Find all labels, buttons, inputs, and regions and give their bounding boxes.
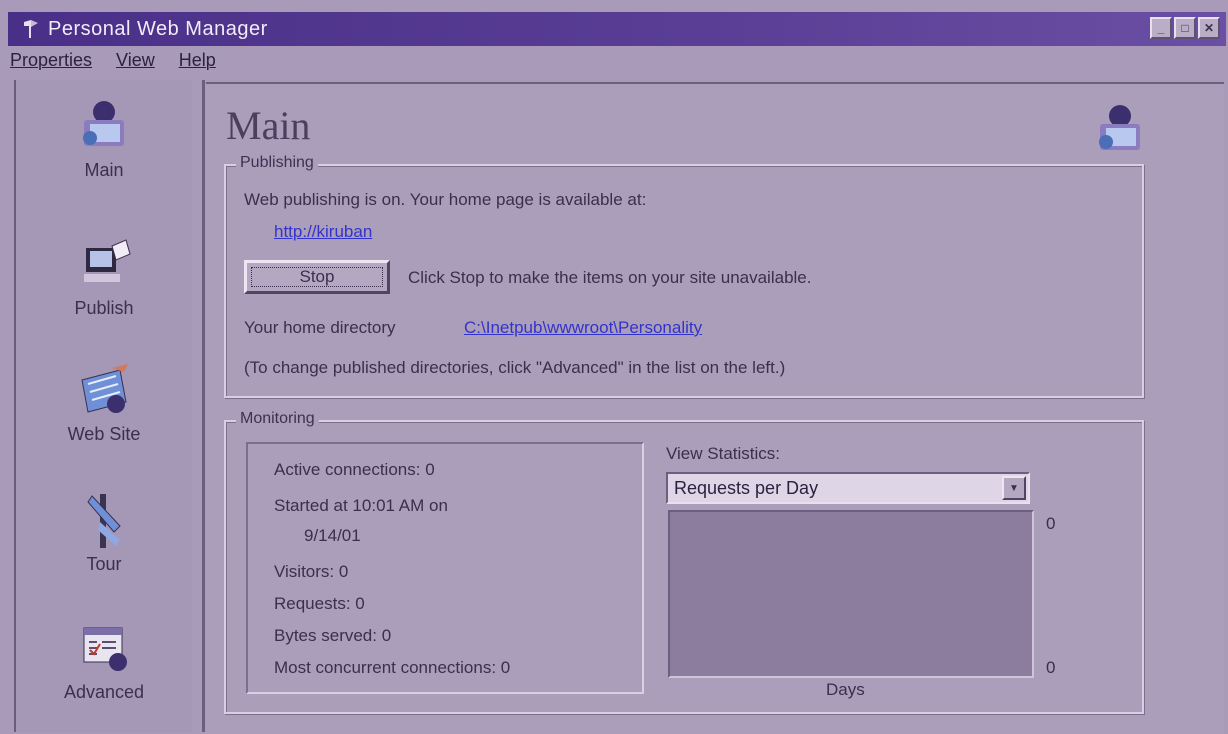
main-icon (72, 98, 136, 154)
menu-view[interactable]: View (116, 50, 155, 76)
bytes-served: Bytes served: 0 (274, 626, 392, 645)
publishing-label: Publishing (236, 154, 318, 172)
sidebar: Main Publish Web Site Tour Advanced (14, 80, 194, 732)
sidebar-item-label: Main (84, 160, 124, 180)
view-statistics-label: View Statistics: (666, 444, 781, 463)
minimize-icon[interactable]: _ (1150, 17, 1172, 39)
stop-button[interactable]: Stop (244, 260, 390, 294)
graph-min-label: 0 (1046, 658, 1056, 677)
page-title: Main (226, 103, 311, 148)
sidebar-item-label: Web Site (67, 424, 141, 444)
window-title: Personal Web Manager (48, 17, 268, 40)
web-site-icon (72, 362, 136, 418)
requests: Requests: 0 (274, 594, 365, 613)
home-directory-label: Your home directory (244, 318, 396, 337)
sidebar-item-label: Advanced (63, 682, 145, 702)
publishing-group: Publishing Web publishing is on. Your ho… (224, 154, 1144, 398)
main-header-icon (1088, 102, 1152, 158)
menu-help[interactable]: Help (179, 50, 216, 76)
graph-x-label: Days (826, 680, 865, 699)
tour-icon (72, 492, 136, 548)
home-directory-link[interactable]: C:\Inetpub\wwwroot\Personality (464, 318, 702, 338)
visitors: Visitors: 0 (274, 562, 349, 581)
sidebar-item-web-site[interactable]: Web Site (16, 362, 192, 445)
sidebar-item-advanced[interactable]: Advanced (16, 620, 192, 703)
stop-hint: Click Stop to make the items on your sit… (408, 268, 812, 287)
advanced-hint: (To change published directories, click … (244, 358, 786, 377)
stop-button-label: Stop (299, 267, 335, 286)
view-statistics-value: Requests per Day (674, 477, 819, 498)
statistics-graph (668, 510, 1034, 678)
app-icon (20, 18, 42, 40)
maximize-icon[interactable]: □ (1174, 17, 1196, 39)
main-pane: Main Publishing Web publishing is on. Yo… (206, 82, 1224, 734)
app-window: Personal Web Manager _ □ ✕ Properties Vi… (0, 0, 1228, 734)
sidebar-item-main[interactable]: Main (16, 98, 192, 181)
sidebar-item-label: Tour (86, 554, 122, 574)
splitter[interactable] (192, 80, 205, 732)
started-at: Started at 10:01 AM on (274, 496, 448, 515)
publishing-status: Web publishing is on. Your home page is … (244, 190, 647, 209)
home-page-link[interactable]: http://kiruban (274, 222, 372, 242)
most-concurrent: Most concurrent connections: 0 (274, 658, 511, 677)
monitoring-label: Monitoring (236, 410, 319, 428)
started-date: 9/14/01 (304, 526, 361, 545)
sidebar-item-tour[interactable]: Tour (16, 492, 192, 575)
menu-properties[interactable]: Properties (10, 50, 92, 76)
title-bar[interactable]: Personal Web Manager _ □ ✕ (8, 12, 1226, 46)
publish-icon (72, 236, 136, 292)
graph-max-label: 0 (1046, 514, 1056, 533)
menu-bar: Properties View Help (10, 50, 216, 76)
active-connections: Active connections: 0 (274, 460, 435, 479)
stats-box: Active connections: 0 Started at 10:01 A… (246, 442, 644, 694)
close-icon[interactable]: ✕ (1198, 17, 1220, 39)
sidebar-item-publish[interactable]: Publish (16, 236, 192, 319)
advanced-icon (72, 620, 136, 676)
chevron-down-icon[interactable]: ▼ (1002, 476, 1026, 500)
sidebar-item-label: Publish (74, 298, 134, 318)
view-statistics-select[interactable]: Requests per Day ▼ (666, 472, 1030, 504)
